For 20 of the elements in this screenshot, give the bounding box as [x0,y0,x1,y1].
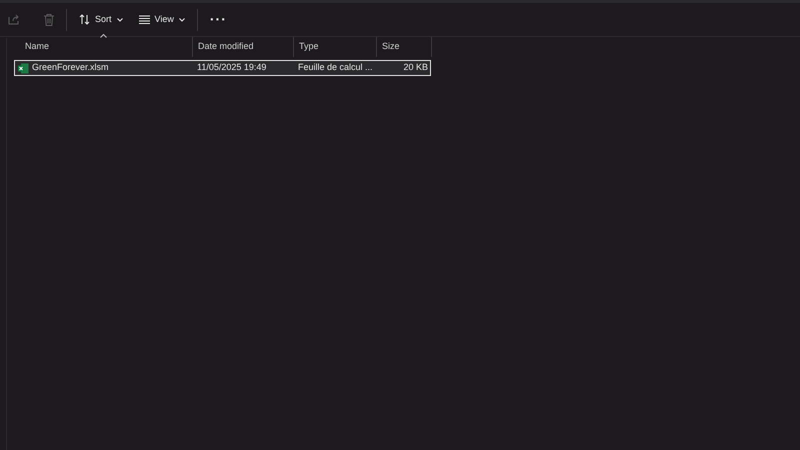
view-button[interactable]: View [130,6,193,34]
column-header[interactable]: Type [294,37,377,57]
delete-icon [44,14,54,26]
column-header[interactable]: Size [377,37,432,57]
file-size: 20 KB [402,61,429,74]
more-button[interactable]: ··· [202,6,235,34]
column-header[interactable]: Name [14,37,193,57]
list-icon [138,15,150,24]
sort-ascending-icon [100,34,107,38]
spreadsheet-file-icon [18,62,29,74]
file-name: GreenForever.xlsm [32,61,109,74]
chevron-icon [116,18,123,22]
chevron-icon [178,18,185,22]
sort-button[interactable]: Sort [71,6,131,34]
sort-icon [79,14,90,25]
file-row[interactable]: GreenForever.xlsm 11/05/2025 19:49 Feuille de calcul ... 20 KB [14,60,431,76]
share-icon [8,14,20,25]
column-header[interactable]: Date modified [193,37,294,57]
file-date: 11/05/2025 19:49 [196,61,268,74]
file-type: Feuille de calcul ... [297,61,374,74]
